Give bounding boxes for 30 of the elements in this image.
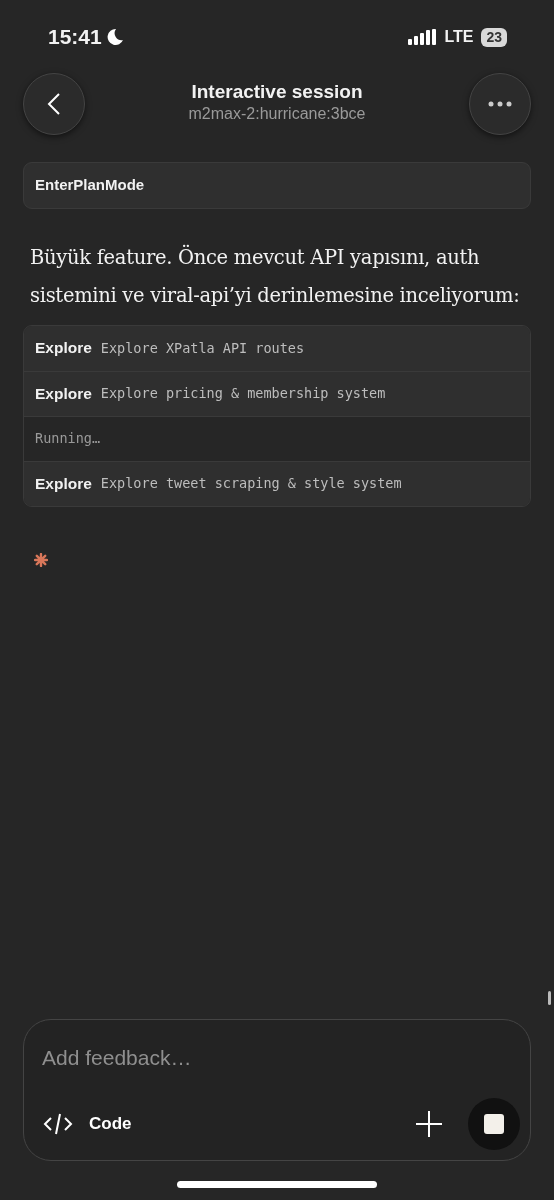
session-id: m2max-2:hurricane:3bce [188, 104, 366, 125]
more-icon [488, 101, 512, 107]
task-description: Explore pricing & membership system [100, 384, 386, 404]
task-row[interactable]: Explore Explore XPatla API routes [24, 325, 530, 371]
asterisk-icon [34, 552, 48, 567]
window-title: Interactive session [190, 81, 364, 103]
code-icon [43, 1112, 73, 1136]
task-description: Explore tweet scraping & style system [100, 474, 402, 494]
back-icon [47, 92, 61, 116]
clock: 15:41 [48, 24, 102, 51]
battery-indicator: 23 [481, 27, 507, 47]
signal-icon [408, 29, 437, 45]
status-text: Running… [35, 429, 101, 449]
network-label: LTE [444, 27, 474, 47]
scroll-indicator [548, 991, 551, 1005]
plus-icon [415, 1110, 443, 1138]
mode-button[interactable]: Code [42, 1110, 133, 1138]
task-description: Explore XPatla API routes [100, 338, 305, 358]
task-label: Explore [35, 338, 92, 359]
moon-icon [105, 28, 124, 46]
task-label: Explore [35, 383, 92, 404]
stop-icon [484, 1114, 504, 1134]
tool-call-label: EnterPlanMode [23, 162, 531, 209]
stop-button[interactable] [468, 1098, 520, 1150]
add-button[interactable] [414, 1109, 444, 1139]
task-row[interactable]: Explore Explore tweet scraping & style system [24, 460, 530, 506]
feedback-input[interactable]: Add feedback… [42, 1042, 520, 1074]
task-label: Explore [35, 473, 92, 494]
message-text: Büyük feature. Önce mevcut API yapısını, auth sistemini ve viral-api’yi derinlemesine inceliyorum: [30, 244, 521, 309]
task-row[interactable]: Explore Explore pricing & membership system [24, 370, 530, 416]
